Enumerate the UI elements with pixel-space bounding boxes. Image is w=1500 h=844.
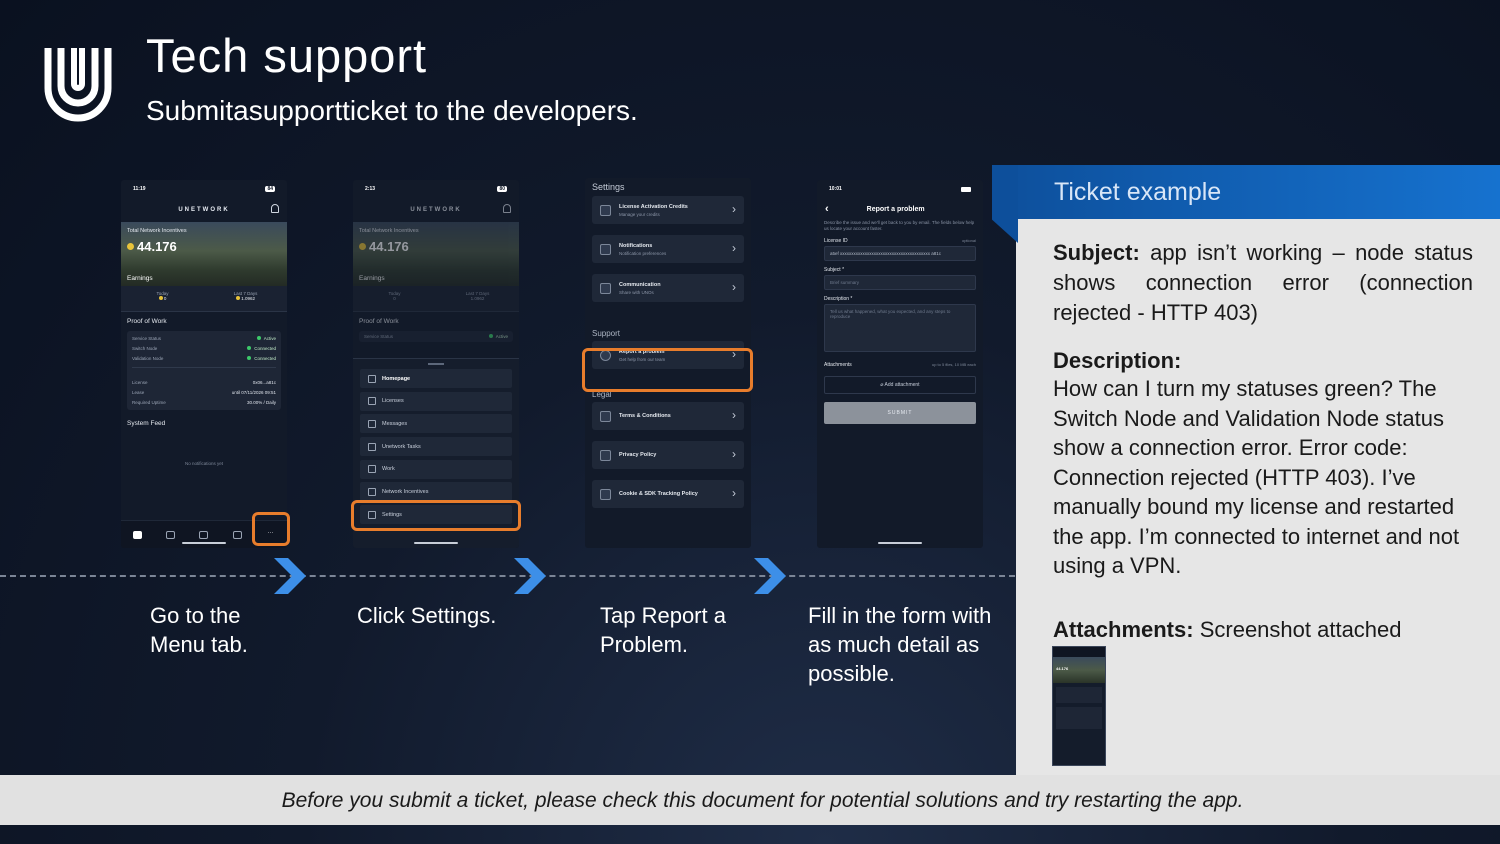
support-section-title: Support <box>592 329 621 338</box>
bell-icon <box>600 243 611 255</box>
proof-of-work-label: Proof of Work <box>127 318 167 325</box>
settings-item-cookies[interactable]: Cookie & SDK Tracking Policy <box>592 480 744 508</box>
incentives-hero: Total Network Incentives 44.176 Earnings <box>353 222 519 286</box>
chevron-right-icon <box>514 558 546 594</box>
feed-empty-text: No notifications yet <box>184 461 224 466</box>
settings-item-credits[interactable]: License Activation Credits Manage your cr… <box>592 196 744 224</box>
document-icon <box>600 410 611 422</box>
coin-icon <box>235 296 240 300</box>
settings-item-privacy[interactable]: Privacy Policy <box>592 441 744 469</box>
menu-item-licenses[interactable]: Licenses <box>360 391 512 411</box>
settings-item-communication[interactable]: Communication Share with UNOs <box>592 274 744 302</box>
cookie-icon <box>600 488 611 500</box>
battery-icon: 84 <box>265 186 275 192</box>
status-row: Validation Node Connected <box>132 356 276 368</box>
incentives-hero: Total Network Incentives 44.176 Earnings <box>121 222 287 286</box>
settings-title: Settings <box>592 182 625 192</box>
settings-item-terms[interactable]: Terms & Conditions <box>592 402 744 430</box>
bell-icon[interactable] <box>503 204 511 213</box>
messages-tab-icon[interactable] <box>199 530 209 539</box>
chevron-right-icon <box>754 558 786 594</box>
step-caption-4: Fill in the form with as much detail as … <box>808 603 992 686</box>
phone-screenshot-menu: 2:13 80 UNETWORK Total Network Incentive… <box>353 180 519 548</box>
form-intro: Describe the issue and we'll get back to… <box>824 220 975 231</box>
attachment-thumbnail: 44.176 <box>1052 646 1106 766</box>
page-subtitle: Submitasupportticket to the developers. <box>146 95 638 126</box>
settings-highlight <box>351 500 521 531</box>
menu-item-tasks[interactable]: Unetwork Tasks <box>360 437 512 457</box>
menu-item-messages[interactable]: Messages <box>360 414 512 434</box>
menu-tab-highlight <box>252 512 290 546</box>
menu-item-homepage[interactable]: Homepage <box>360 369 512 388</box>
step-caption-1: Go to the Menu tab. <box>150 603 248 657</box>
license-row: Lease until 07/11/2026 09:51 <box>132 390 276 395</box>
bell-icon[interactable] <box>271 204 279 213</box>
step-caption-2: Click Settings. <box>357 603 497 628</box>
document-icon <box>600 449 611 461</box>
settings-item-notifications[interactable]: Notifications Notification preferences <box>592 235 744 263</box>
credits-icon <box>600 204 611 216</box>
earnings-stats: Today 0 Last 7 Days 1.0962 <box>121 286 287 312</box>
description-textarea[interactable]: Tell us what happened, what you expected… <box>824 304 976 352</box>
app-brand: UNETWORK <box>353 198 519 222</box>
step-caption-3: Tap Report a Problem. <box>600 603 726 657</box>
ticket-description-text: How can I turn my statuses green? The Sw… <box>1053 376 1460 578</box>
timeline-dashed-line <box>0 575 1015 577</box>
license-id-input[interactable]: a5ef xxxxxxxxxxxxxxxxxxxxxxxxxxxxxxxxxxx… <box>824 246 976 261</box>
coin-icon <box>359 243 366 250</box>
status-row: Service Status Active <box>132 336 276 341</box>
app-brand: UNETWORK <box>121 198 287 222</box>
form-header: ‹ Report a problem <box>825 203 925 215</box>
ticket-description-label: Description: <box>1053 348 1182 373</box>
chevron-right-icon <box>274 558 306 594</box>
earnings-stats: Today 0 Last 7 Days 1.0962 <box>353 286 519 312</box>
grid-tab-icon[interactable] <box>232 530 242 539</box>
header-tab-shape <box>992 165 1018 243</box>
add-attachment-button[interactable]: ⌀ Add attachment <box>824 376 976 394</box>
sheet-handle <box>428 363 444 365</box>
system-feed-label: System Feed <box>127 420 166 427</box>
tools-tab-icon[interactable] <box>166 530 176 539</box>
ticket-attachments: Attachments: Screenshot attached <box>1053 617 1402 642</box>
license-row: Required Uptime 30.00% / Daily <box>132 400 276 405</box>
home-indicator <box>414 542 458 544</box>
home-tab-icon[interactable] <box>133 530 143 539</box>
coin-icon <box>127 243 134 250</box>
menu-item-work[interactable]: Work <box>360 459 512 479</box>
status-bar: 2:13 80 <box>365 186 507 192</box>
ticket-subject: Subject: app isn’t working – node status… <box>1053 240 1473 325</box>
page-title: Tech support <box>146 29 428 82</box>
status-bar: 10:01 <box>817 180 983 198</box>
report-problem-highlight <box>582 348 753 392</box>
license-row: License 0x06...a81c <box>132 380 276 385</box>
home-indicator <box>182 542 226 544</box>
subject-input[interactable]: Brief summary <box>824 275 976 290</box>
submit-button[interactable]: SUBMIT <box>824 402 976 424</box>
status-bar: 11:19 84 <box>133 186 275 192</box>
battery-icon: 80 <box>497 186 507 192</box>
unetwork-logo-icon <box>44 48 112 122</box>
footer-note: Before you submit a ticket, please check… <box>0 775 1500 825</box>
menu-item-network-incentives[interactable]: Network Incentives <box>360 482 512 502</box>
coin-icon <box>158 296 163 300</box>
phone-screenshot-report-form: 10:01 ‹ Report a problem Describe the iss… <box>817 180 983 548</box>
battery-icon <box>961 186 971 192</box>
back-chevron-icon[interactable]: ‹ <box>825 203 829 215</box>
status-card: Service Status Active Switch Node Connecte… <box>127 331 281 410</box>
home-indicator <box>878 542 922 544</box>
ticket-example-title: Ticket example <box>1054 178 1222 206</box>
phone-screenshot-home: 11:19 84 UNETWORK Total Network Incentiv… <box>121 180 287 548</box>
status-row: Switch Node Connected <box>132 346 276 351</box>
phone-icon <box>600 282 611 294</box>
